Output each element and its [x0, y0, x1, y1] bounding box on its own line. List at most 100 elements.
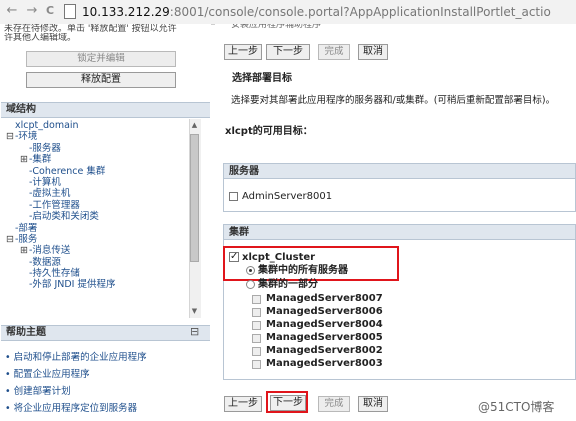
managed-server-list: ManagedServer8007 ManagedServer8006 Manage… [252, 293, 452, 371]
tree-item-label: -虚拟主机 [29, 188, 71, 200]
managed-server-checkbox[interactable] [252, 360, 261, 369]
part-cluster-radio[interactable] [246, 280, 255, 289]
tree-item-label: -外部 JNDI 提供程序 [29, 279, 116, 291]
finish-button-bottom[interactable]: 完成 [318, 396, 350, 412]
help-topic-link[interactable]: • 配置企业应用程序 [5, 366, 209, 383]
next-button-top[interactable]: 下一步 [266, 44, 310, 60]
managed-server-checkbox[interactable] [252, 347, 261, 356]
tree-item[interactable]: -启动类和关闭类 [6, 211, 181, 222]
help-topic-link[interactable]: • 将企业应用程序定位到服务器 [5, 400, 209, 417]
tree-item[interactable]: -计算机 [6, 177, 181, 188]
forward-icon[interactable]: → [24, 3, 40, 19]
tree-item[interactable]: ⊟-环境 [6, 131, 181, 142]
admin-server-label: AdminServer8001 [242, 191, 333, 202]
tree-item-label: -持久性存储 [29, 268, 80, 280]
managed-server-row: ManagedServer8003 [252, 358, 452, 371]
available-targets-title: xlcpt的可用目标： [225, 126, 313, 137]
help-topic-link[interactable]: • 启动和停止部署的企业应用程序 [5, 349, 209, 366]
servers-header: 服务器 [223, 163, 576, 179]
tree-item[interactable]: -Coherence 集群 [6, 166, 181, 177]
cluster-checkbox[interactable]: ✓ [229, 252, 239, 262]
tree-item[interactable]: -持久性存储 [6, 268, 181, 279]
managed-server-label: ManagedServer8003 [266, 358, 383, 369]
tree-item[interactable]: ⊞-集群 [6, 154, 181, 165]
domain-structure-header: 域结构 [1, 102, 210, 118]
managed-server-checkbox[interactable] [252, 334, 261, 343]
page-icon [64, 4, 76, 19]
part-cluster-label: 集群的一部分 [258, 279, 318, 290]
tree-item-label: -部署 [15, 222, 38, 234]
managed-server-row: ManagedServer8007 [252, 293, 452, 306]
tree-item[interactable]: -部署 [6, 223, 181, 234]
watermark: @51CTO博客 [478, 400, 555, 414]
tree-item-label: -服务 [15, 233, 38, 245]
cluster-label: xlcpt_Cluster [242, 252, 316, 263]
admin-server-checkbox[interactable] [229, 192, 238, 201]
scroll-thumb[interactable] [190, 134, 199, 262]
tree-item-label: -消息传送 [29, 245, 71, 257]
tree-item-label: -环境 [15, 131, 38, 143]
all-servers-label: 集群中的所有服务器 [258, 265, 348, 276]
tree-item-label: -服务器 [29, 142, 61, 154]
all-servers-radio[interactable] [246, 266, 255, 275]
help-topics-header: 帮助主题 [1, 325, 210, 341]
expand-icon[interactable]: ⊞ [20, 245, 29, 256]
finish-button-top[interactable]: 完成 [318, 44, 350, 60]
tree-item-label: -Coherence 集群 [29, 165, 106, 177]
section-title: 选择部署目标 [232, 73, 292, 84]
managed-server-checkbox[interactable] [252, 308, 261, 317]
scroll-down-icon[interactable]: ▼ [190, 306, 199, 316]
help-topic-label: 创建部署计划 [13, 386, 71, 397]
collapse-icon[interactable]: ⊟ [190, 325, 199, 338]
cancel-button-bottom[interactable]: 取消 [358, 396, 388, 412]
tree-item[interactable]: -工作管理器 [6, 200, 181, 211]
help-topic-label: 启动和停止部署的企业应用程序 [13, 352, 147, 363]
section-description: 选择要对其部署此应用程序的服务器和/或集群。(可稍后重新配置部署目标)。 [231, 95, 556, 106]
tree-item[interactable]: -数据源 [6, 257, 181, 268]
managed-server-row: ManagedServer8006 [252, 306, 452, 319]
help-list: • 启动和停止部署的企业应用程序 • 配置企业应用程序 • 创建部署计划 • 将企业应… [5, 349, 209, 417]
help-topic-label: 配置企业应用程序 [13, 369, 90, 380]
lock-and-edit-button[interactable]: 锁定并编辑 [26, 51, 176, 67]
bullet-icon: • [5, 386, 14, 397]
back-icon[interactable]: ← [4, 3, 20, 19]
bullet-icon: • [5, 403, 14, 414]
managed-server-checkbox[interactable] [252, 321, 261, 330]
release-config-button[interactable]: 释放配置 [26, 72, 176, 88]
tree-item[interactable]: -外部 JNDI 提供程序 [6, 279, 181, 290]
tree-item[interactable]: -服务器 [6, 143, 181, 154]
bullet-icon: • [5, 369, 14, 380]
next-button-bottom[interactable]: 下一步 [270, 395, 306, 411]
tree-item[interactable]: xlcpt_domain [6, 120, 181, 131]
tree-item-label: -集群 [29, 154, 52, 166]
cancel-button-top[interactable]: 取消 [358, 44, 388, 60]
managed-server-label: ManagedServer8002 [266, 345, 383, 356]
wizard-title-cut: 安装应用程序辅助程序 [231, 24, 322, 30]
help-topic-link[interactable]: • 创建部署计划 [5, 383, 209, 400]
managed-server-row: ManagedServer8005 [252, 332, 452, 345]
tree-item-label: -数据源 [29, 256, 61, 268]
tree-item[interactable]: ⊞-消息传送 [6, 245, 181, 256]
tree-item[interactable]: ⊟-服务 [6, 234, 181, 245]
managed-server-row: ManagedServer8004 [252, 319, 452, 332]
managed-server-label: ManagedServer8006 [266, 306, 383, 317]
expand-icon[interactable]: ⊟ [6, 234, 15, 245]
tree-item-label: xlcpt_domain [15, 120, 79, 131]
tree-item[interactable]: -虚拟主机 [6, 188, 181, 199]
tree-item-label: -启动类和关闭类 [29, 211, 99, 223]
scroll-up-icon[interactable]: ▲ [190, 120, 199, 130]
url-path: :8001/console/console.portal?AppApplicat… [169, 5, 551, 19]
expand-icon[interactable]: ⊞ [20, 154, 29, 165]
clusters-header: 集群 [223, 224, 576, 240]
back-button-bottom[interactable]: 上一步 [224, 396, 262, 412]
expand-icon[interactable]: ⊟ [6, 131, 15, 142]
managed-server-label: ManagedServer8005 [266, 332, 383, 343]
managed-server-checkbox[interactable] [252, 295, 261, 304]
managed-server-label: ManagedServer8007 [266, 293, 383, 304]
address-bar[interactable]: 10.133.212.29:8001/console/console.porta… [82, 3, 576, 21]
back-button-top[interactable]: 上一步 [224, 44, 262, 60]
help-topic-label: 将企业应用程序定位到服务器 [13, 403, 138, 414]
bullet-icon: • [5, 352, 14, 363]
tree-item-label: -工作管理器 [29, 199, 80, 211]
reload-icon[interactable]: C [42, 3, 58, 19]
